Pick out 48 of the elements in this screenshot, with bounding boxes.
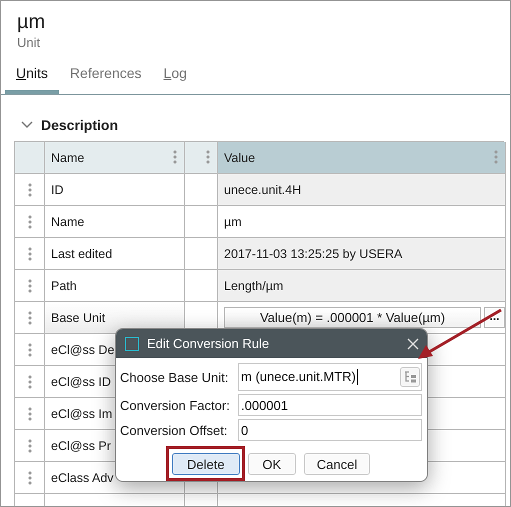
- table-cell-text: Length/µm: [223, 278, 284, 292]
- dialog-title: Edit Conversion Rule: [147, 336, 270, 351]
- table-cell-text: eCl@ss Im: [50, 406, 112, 420]
- tab[interactable]: Log: [152, 59, 198, 94]
- table-cell-text: eCl@ss Pr: [50, 438, 111, 452]
- field-label: Choose Base Unit:: [120, 370, 230, 384]
- row-handle-icon[interactable]: [28, 310, 32, 324]
- dialog-button[interactable]: Delete: [172, 453, 240, 475]
- table-cell-text: Path: [50, 278, 77, 292]
- dialog-button[interactable]: Cancel: [304, 453, 370, 475]
- table-cell-text: eCl@ss ID: [50, 374, 111, 388]
- table-cell-text: Name: [50, 214, 84, 228]
- column-header[interactable]: Name: [45, 150, 84, 164]
- formula-button[interactable]: Value(m) = .000001 * Value(µm): [224, 307, 481, 328]
- row-handle-icon[interactable]: [28, 214, 32, 228]
- column-menu-icon[interactable]: [206, 150, 210, 164]
- row-handle-icon[interactable]: [28, 182, 32, 196]
- table-cell-text: unece.unit.4H: [223, 182, 302, 196]
- close-icon[interactable]: [407, 338, 419, 350]
- tree-icon: [404, 371, 416, 383]
- tab[interactable]: Units: [5, 59, 59, 94]
- table-cell-text: eCl@ss De: [50, 342, 114, 356]
- table-cell-text: Base Unit: [50, 310, 106, 324]
- column-menu-icon[interactable]: [494, 150, 498, 164]
- tab[interactable]: References: [58, 59, 153, 94]
- row-handle-icon[interactable]: [28, 342, 32, 356]
- field-label: Conversion Offset:: [120, 422, 228, 438]
- page-title: µm: [17, 10, 46, 34]
- section-title: Description: [41, 117, 118, 133]
- table-cell-text: eClass Adv: [50, 470, 114, 484]
- table-cell-text: ID: [50, 182, 64, 196]
- column-header[interactable]: Value: [218, 150, 256, 164]
- page-subtitle: Unit: [17, 35, 40, 51]
- row-handle-icon[interactable]: [28, 470, 32, 484]
- row-handle-icon[interactable]: [28, 278, 32, 292]
- dialog-button[interactable]: OK: [248, 453, 296, 475]
- tree-picker-button[interactable]: [400, 367, 420, 387]
- window-icon: [125, 336, 139, 350]
- row-handle-icon[interactable]: [28, 406, 32, 420]
- row-handle-icon[interactable]: [28, 374, 32, 388]
- field-label: Conversion Factor:: [120, 398, 231, 412]
- table-cell-text: Last edited: [50, 246, 112, 260]
- column-menu-icon[interactable]: [173, 150, 177, 164]
- row-handle-icon[interactable]: [28, 246, 32, 260]
- table-cell-text: µm: [223, 214, 242, 228]
- chevron-icon[interactable]: [21, 121, 33, 129]
- row-handle-icon[interactable]: [28, 438, 32, 452]
- table-cell-text: 2017-11-03 13:25:25 by USERA: [223, 246, 402, 260]
